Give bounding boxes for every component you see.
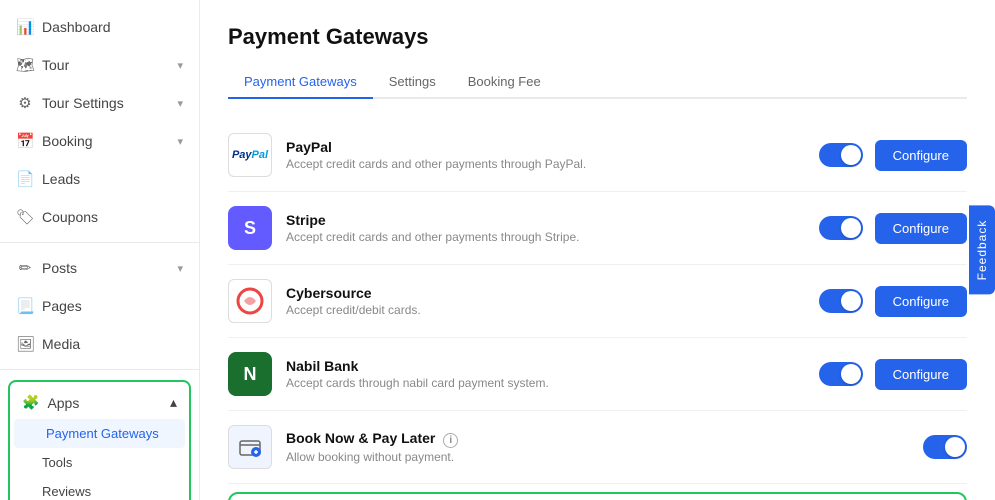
sidebar-item-coupons[interactable]: 🏷 Coupons bbox=[0, 198, 199, 236]
gateway-desc: Allow booking without payment. bbox=[286, 450, 909, 464]
media-icon: 🖼 bbox=[16, 335, 34, 353]
chevron-down-icon: ▾ bbox=[177, 262, 183, 275]
chevron-down-icon: ▾ bbox=[177, 97, 183, 110]
gateway-name: Stripe bbox=[286, 212, 805, 228]
stripe-logo: S bbox=[228, 206, 272, 250]
sidebar-item-booking[interactable]: 📅 Booking ▾ bbox=[0, 122, 199, 160]
paypal-toggle[interactable] bbox=[819, 143, 863, 167]
apps-section: 🧩 Apps ▴ Payment Gateways Tools Reviews … bbox=[8, 380, 191, 500]
gateway-info-nabil: Nabil Bank Accept cards through nabil ca… bbox=[286, 358, 805, 390]
sidebar-item-pages[interactable]: 📃 Pages bbox=[0, 287, 199, 325]
sidebar-item-apps[interactable]: 🧩 Apps ▴ bbox=[10, 386, 189, 419]
gateway-row-nabil: N Nabil Bank Accept cards through nabil … bbox=[228, 338, 967, 411]
leads-icon: 📄 bbox=[16, 170, 34, 188]
gateway-row-paypal: PayPal PayPal Accept credit cards and ot… bbox=[228, 119, 967, 192]
paypal-logo: PayPal bbox=[228, 133, 272, 177]
dashboard-icon: 📊 bbox=[16, 18, 34, 36]
sidebar-label: Pages bbox=[42, 298, 82, 314]
feedback-tab[interactable]: Feedback bbox=[969, 206, 995, 295]
gateway-desc: Accept credit cards and other payments t… bbox=[286, 157, 805, 171]
cybersource-configure-button[interactable]: Configure bbox=[875, 286, 967, 317]
coupons-icon: 🏷 bbox=[16, 208, 34, 226]
gateway-actions-paypal: Configure bbox=[819, 140, 967, 171]
stripe-configure-button[interactable]: Configure bbox=[875, 213, 967, 244]
gateway-row-authorize: A Authorize.Net Accept credit cards and … bbox=[228, 492, 967, 500]
booking-icon: 📅 bbox=[16, 132, 34, 150]
gateway-info-cybersource: Cybersource Accept credit/debit cards. bbox=[286, 285, 805, 317]
sidebar-label: Leads bbox=[42, 171, 80, 187]
cybersource-logo bbox=[228, 279, 272, 323]
sidebar-item-posts[interactable]: ✏ Posts ▾ bbox=[0, 249, 199, 287]
gateway-info-stripe: Stripe Accept credit cards and other pay… bbox=[286, 212, 805, 244]
posts-icon: ✏ bbox=[16, 259, 34, 277]
stripe-toggle[interactable] bbox=[819, 216, 863, 240]
sidebar-label: Tour bbox=[42, 57, 69, 73]
nabil-toggle[interactable] bbox=[819, 362, 863, 386]
apps-icon: 🧩 bbox=[22, 394, 39, 411]
sidebar-subitem-payment-gateways[interactable]: Payment Gateways bbox=[14, 419, 185, 448]
gateway-desc: Accept credit cards and other payments t… bbox=[286, 230, 805, 244]
sidebar-subitem-reviews[interactable]: Reviews bbox=[10, 477, 189, 500]
sidebar-item-tour[interactable]: 🗺 Tour ▾ bbox=[0, 46, 199, 84]
chevron-up-icon: ▴ bbox=[170, 394, 177, 411]
sidebar: 📊 Dashboard 🗺 Tour ▾ ⚙ Tour Settings ▾ 📅… bbox=[0, 0, 200, 500]
gateway-actions-stripe: Configure bbox=[819, 213, 967, 244]
gateway-name: Cybersource bbox=[286, 285, 805, 301]
gateway-name: Nabil Bank bbox=[286, 358, 805, 374]
sidebar-item-leads[interactable]: 📄 Leads bbox=[0, 160, 199, 198]
gateway-name: Book Now & Pay Later i bbox=[286, 430, 909, 448]
gateway-actions-cybersource: Configure bbox=[819, 286, 967, 317]
info-icon[interactable]: i bbox=[443, 433, 458, 448]
pages-icon: 📃 bbox=[16, 297, 34, 315]
tour-settings-icon: ⚙ bbox=[16, 94, 34, 112]
booknow-toggle[interactable] bbox=[923, 435, 967, 459]
sidebar-label: Coupons bbox=[42, 209, 98, 225]
cybersource-toggle[interactable] bbox=[819, 289, 863, 313]
tab-settings[interactable]: Settings bbox=[373, 66, 452, 99]
gateway-row-stripe: S Stripe Accept credit cards and other p… bbox=[228, 192, 967, 265]
gateway-info-paypal: PayPal Accept credit cards and other pay… bbox=[286, 139, 805, 171]
gateway-info-booknow: Book Now & Pay Later i Allow booking wit… bbox=[286, 430, 909, 464]
gateway-row-cybersource: Cybersource Accept credit/debit cards. C… bbox=[228, 265, 967, 338]
tab-payment-gateways[interactable]: Payment Gateways bbox=[228, 66, 373, 99]
gateway-desc: Accept cards through nabil card payment … bbox=[286, 376, 805, 390]
tab-booking-fee[interactable]: Booking Fee bbox=[452, 66, 557, 99]
feedback-sidebar: Feedback bbox=[969, 206, 995, 295]
nabil-configure-button[interactable]: Configure bbox=[875, 359, 967, 390]
nabil-logo: N bbox=[228, 352, 272, 396]
paypal-configure-button[interactable]: Configure bbox=[875, 140, 967, 171]
sidebar-label: Booking bbox=[42, 133, 93, 149]
sidebar-item-media[interactable]: 🖼 Media bbox=[0, 325, 199, 363]
chevron-down-icon: ▾ bbox=[177, 135, 183, 148]
gateway-name: PayPal bbox=[286, 139, 805, 155]
gateway-desc: Accept credit/debit cards. bbox=[286, 303, 805, 317]
sidebar-label: Apps bbox=[47, 395, 79, 411]
chevron-down-icon: ▾ bbox=[177, 59, 183, 72]
main-content: Payment Gateways Payment Gateways Settin… bbox=[200, 0, 995, 500]
gateway-row-booknow: Book Now & Pay Later i Allow booking wit… bbox=[228, 411, 967, 484]
sidebar-label: Posts bbox=[42, 260, 77, 276]
sidebar-item-tour-settings[interactable]: ⚙ Tour Settings ▾ bbox=[0, 84, 199, 122]
sidebar-label: Dashboard bbox=[42, 19, 111, 35]
gateway-actions-nabil: Configure bbox=[819, 359, 967, 390]
gateway-actions-booknow bbox=[923, 435, 967, 459]
tour-icon: 🗺 bbox=[16, 56, 34, 74]
sidebar-label: Media bbox=[42, 336, 80, 352]
sidebar-item-dashboard[interactable]: 📊 Dashboard bbox=[0, 8, 199, 46]
sidebar-label: Tour Settings bbox=[42, 95, 124, 111]
page-title: Payment Gateways bbox=[228, 24, 967, 50]
sidebar-subitem-tools[interactable]: Tools bbox=[10, 448, 189, 477]
booknow-logo bbox=[228, 425, 272, 469]
tab-bar: Payment Gateways Settings Booking Fee bbox=[228, 66, 967, 99]
